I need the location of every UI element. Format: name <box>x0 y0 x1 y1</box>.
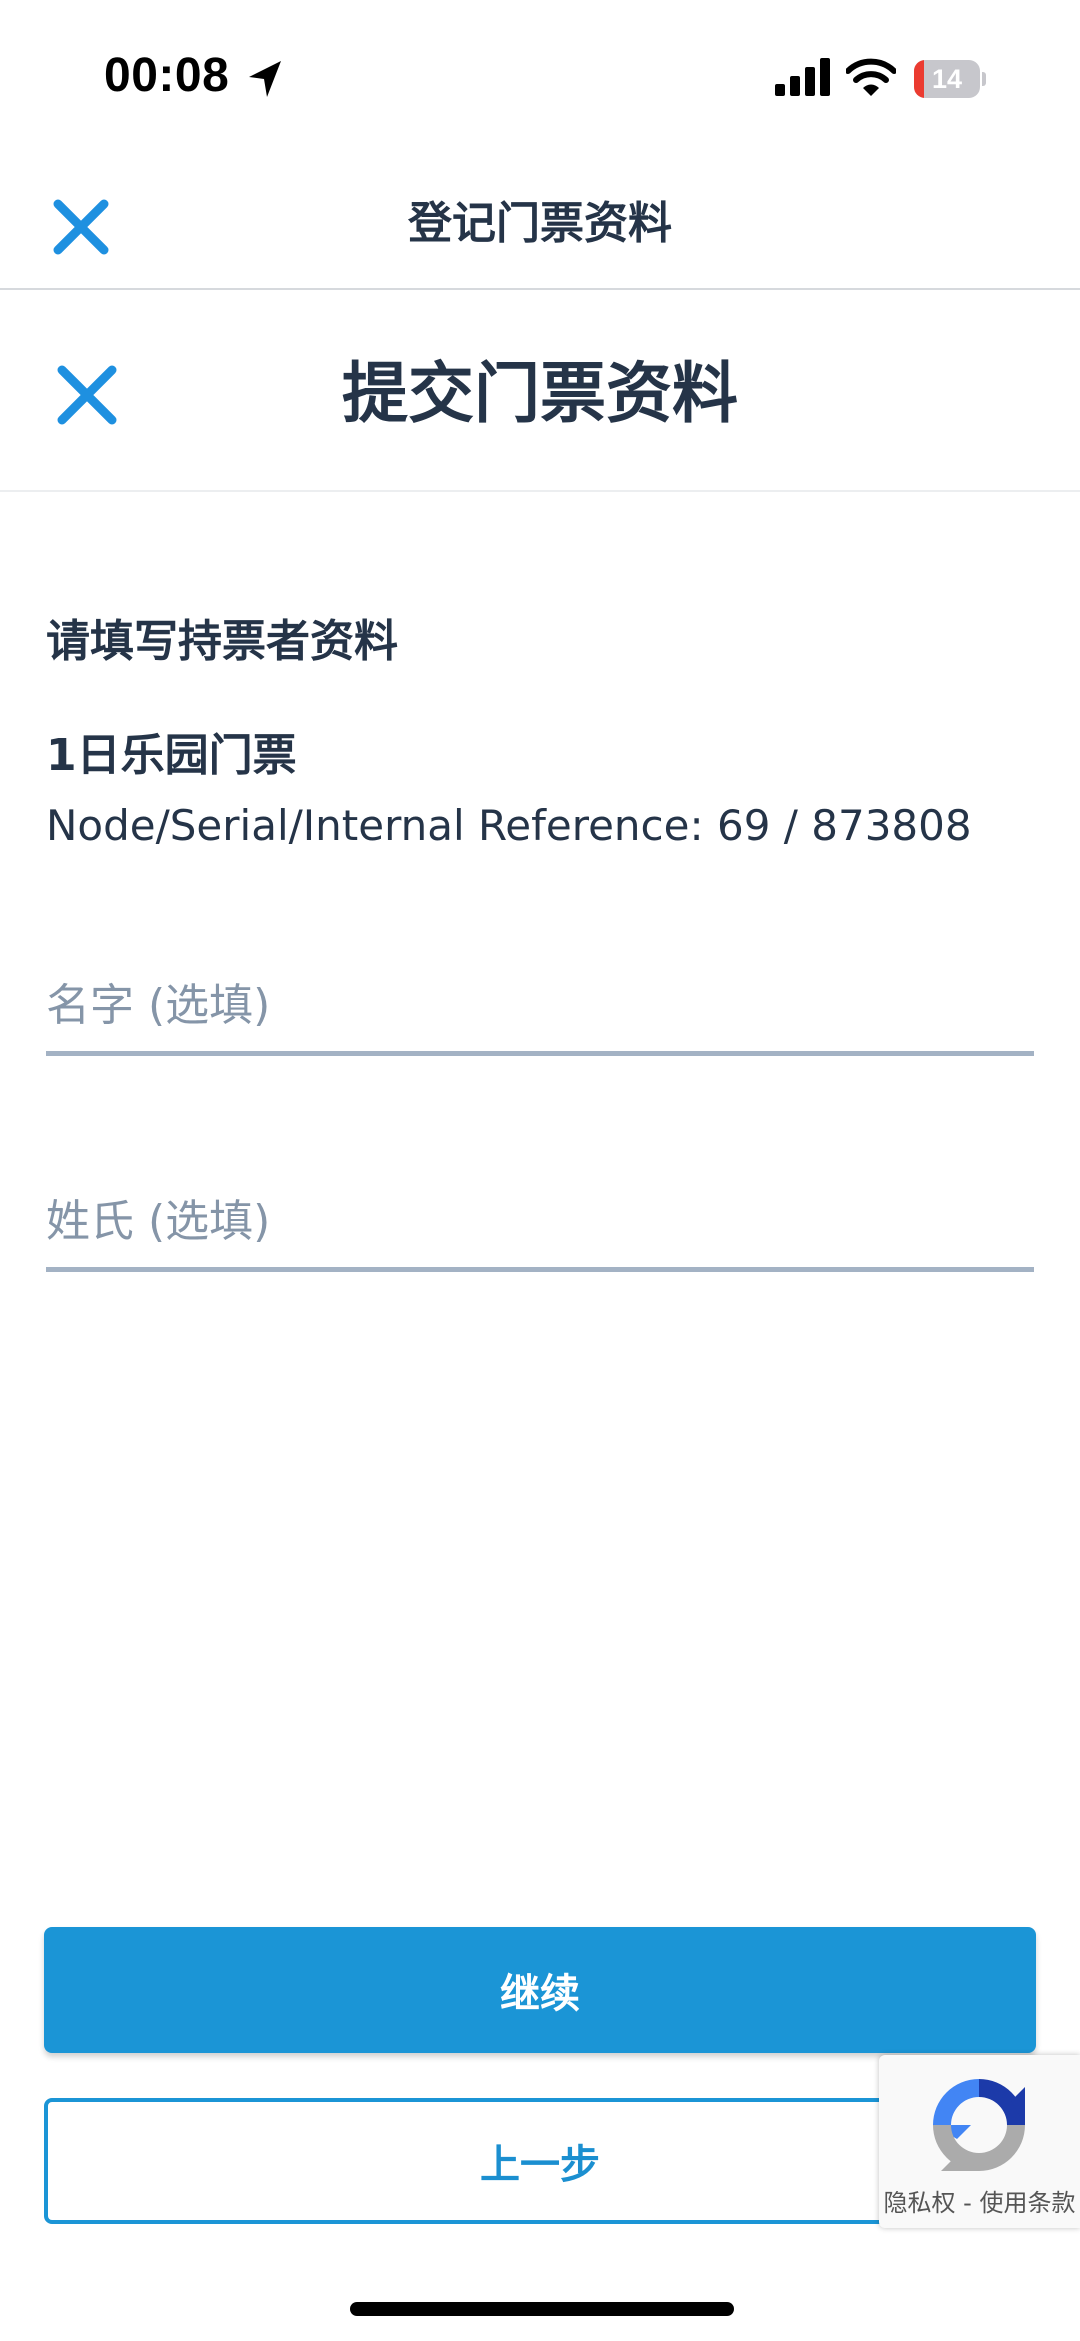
navbar-title: 登记门票资料 <box>408 198 672 249</box>
page-header: 提交门票资料 <box>0 292 1080 492</box>
page-title: 提交门票资料 <box>342 355 738 432</box>
first-name-input[interactable] <box>46 966 1034 1051</box>
status-time: 00:08 <box>104 49 230 102</box>
first-name-field <box>46 966 1034 1056</box>
ticket-reference: Node/Serial/Internal Reference: 69 / 873… <box>46 801 972 850</box>
recaptcha-links: 隐私权 - 使用条款 <box>879 2183 1080 2223</box>
battery-icon: 14 <box>914 60 986 98</box>
home-indicator[interactable] <box>350 2302 734 2316</box>
top-navbar: 登记门票资料 <box>0 160 1080 290</box>
cellular-signal-icon <box>775 58 830 96</box>
last-name-field <box>46 1182 1034 1272</box>
section-title: 请填写持票者资料 <box>46 616 398 667</box>
ticket-name: 1日乐园门票 <box>46 730 297 781</box>
recaptcha-logo-icon <box>933 2079 1025 2171</box>
recaptcha-privacy-link[interactable]: 隐私权 <box>884 2189 956 2217</box>
recaptcha-separator: - <box>955 2189 980 2217</box>
continue-button[interactable]: 继续 <box>44 1927 1036 2053</box>
screen: 00:08 14 登记门票资料 提交门票资料 请填写持票者资料 1日乐园门票 N… <box>0 0 1080 2341</box>
battery-cap <box>982 72 986 86</box>
battery-level: 14 <box>931 64 963 94</box>
wifi-icon <box>846 58 896 96</box>
recaptcha-badge[interactable]: 隐私权 - 使用条款 <box>879 2055 1080 2228</box>
last-name-input[interactable] <box>46 1182 1034 1267</box>
recaptcha-terms-link[interactable]: 使用条款 <box>979 2189 1075 2217</box>
location-arrow-icon <box>249 61 281 97</box>
